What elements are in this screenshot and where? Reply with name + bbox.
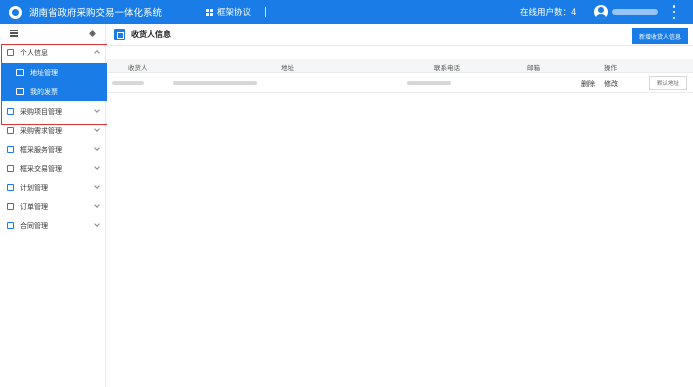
sidebar-item-contract[interactable]: 合同管理 bbox=[0, 216, 106, 235]
sidebar-item-label: 采购项目管理 bbox=[20, 107, 62, 116]
order-icon bbox=[7, 203, 14, 210]
sidebar-item-label: 计划管理 bbox=[20, 183, 48, 192]
add-consignee-button[interactable]: 新增收货人信息 bbox=[632, 28, 688, 44]
sidebar-item-label: 框采交易管理 bbox=[20, 164, 62, 173]
phone-redacted bbox=[407, 81, 451, 85]
address-redacted bbox=[173, 81, 257, 85]
sidebar-item-procurement-demand[interactable]: 采购需求管理 bbox=[0, 121, 106, 140]
more-menu-icon[interactable] bbox=[672, 5, 676, 19]
service-icon bbox=[7, 146, 14, 153]
project-icon bbox=[7, 108, 14, 115]
sidebar-item-plan[interactable]: 计划管理 bbox=[0, 178, 106, 197]
sidebar-item-frame-service[interactable]: 框采服务管理 bbox=[0, 140, 106, 159]
pin-icon[interactable] bbox=[88, 29, 97, 37]
column-header: 收货人 bbox=[128, 64, 148, 72]
main-header: 收货人信息 新增收货人信息 bbox=[107, 24, 693, 46]
delete-link[interactable]: 删除 bbox=[581, 79, 595, 89]
username-redacted[interactable] bbox=[612, 9, 658, 15]
sidebar-item-frame-transaction[interactable]: 框采交易管理 bbox=[0, 159, 106, 178]
sidebar-item-label: 合同管理 bbox=[20, 221, 48, 230]
menu-collapse-icon[interactable] bbox=[10, 29, 18, 37]
page-title: 收货人信息 bbox=[131, 30, 171, 39]
column-header: 操作 bbox=[604, 64, 617, 72]
online-users-count: 在线用户数：4 bbox=[520, 8, 577, 18]
sidebar-item-order[interactable]: 订单管理 bbox=[0, 197, 106, 216]
system-logo-icon bbox=[9, 5, 22, 19]
sidebar-item-label: 订单管理 bbox=[20, 202, 48, 211]
consignee-table: 收货人 地址 联系电话 邮箱 操作 删除 修改 默认地址 bbox=[107, 59, 693, 93]
header-divider bbox=[265, 7, 267, 17]
chevron-down-icon bbox=[94, 202, 100, 208]
demand-icon bbox=[7, 127, 14, 134]
grid-icon bbox=[206, 8, 214, 16]
frame-agreement-link[interactable]: 框架协议 bbox=[206, 6, 251, 18]
document-icon bbox=[114, 29, 125, 40]
plan-icon bbox=[7, 184, 14, 191]
column-header: 联系电话 bbox=[434, 64, 460, 72]
chevron-down-icon bbox=[94, 221, 100, 227]
sidebar-item-label: 采购需求管理 bbox=[20, 126, 62, 135]
frame-agreement-label: 框架协议 bbox=[217, 8, 252, 18]
column-header: 邮箱 bbox=[527, 64, 540, 72]
chevron-down-icon bbox=[94, 164, 100, 170]
top-bar: 湖南省政府采购交易一体化系统 框架协议 在线用户数：4 bbox=[0, 0, 693, 24]
sidebar: 个人信息 地址管理 我的发票 采购项目管理 采购需求管理 框采服务管理 框采交易… bbox=[0, 24, 108, 387]
transaction-icon bbox=[7, 165, 14, 172]
sidebar-item-procurement-project[interactable]: 采购项目管理 bbox=[0, 102, 106, 121]
table-header: 收货人 地址 联系电话 邮箱 操作 bbox=[107, 59, 693, 73]
sidebar-item-label: 框采服务管理 bbox=[20, 145, 62, 154]
chevron-down-icon bbox=[94, 107, 100, 113]
chevron-down-icon bbox=[94, 126, 100, 132]
main-content: 收货人信息 新增收货人信息 收货人 地址 联系电话 邮箱 操作 删除 修改 默认… bbox=[107, 24, 693, 387]
set-default-address-button[interactable]: 默认地址 bbox=[649, 76, 687, 90]
sidebar-tools bbox=[0, 24, 105, 42]
edit-link[interactable]: 修改 bbox=[604, 79, 618, 89]
site-title: 湖南省政府采购交易一体化系统 bbox=[29, 8, 163, 19]
column-header: 地址 bbox=[281, 64, 294, 72]
table-row: 删除 修改 默认地址 bbox=[107, 73, 693, 93]
chevron-down-icon bbox=[94, 145, 100, 151]
user-avatar-icon[interactable] bbox=[594, 5, 608, 19]
chevron-down-icon bbox=[94, 183, 100, 189]
consignee-name-redacted bbox=[112, 81, 144, 85]
contract-icon bbox=[7, 222, 14, 229]
